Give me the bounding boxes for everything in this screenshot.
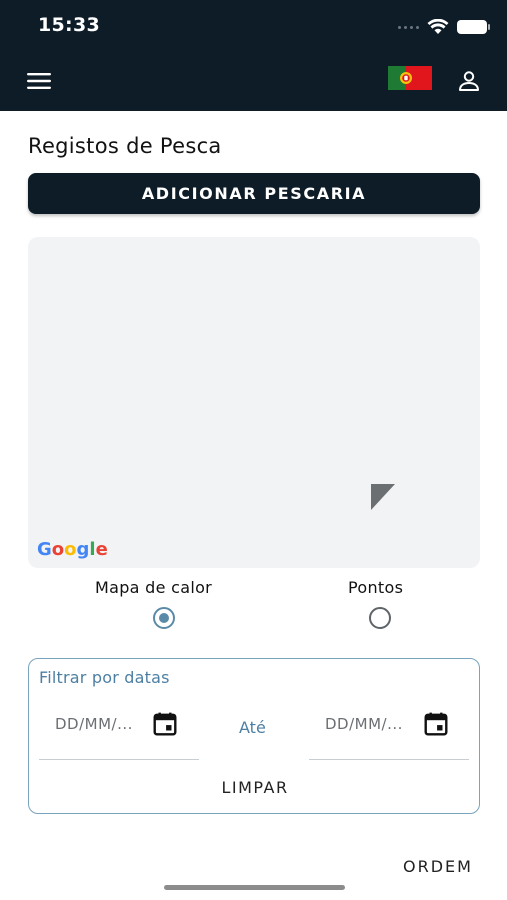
google-logo: Google [37,539,108,560]
to-date-placeholder: DD/MM/... [325,715,403,733]
google-logo-letter: o [64,539,77,560]
wifi-icon [427,19,449,34]
filter-legend: Filtrar por datas [39,668,170,687]
google-logo-letter: G [37,539,52,560]
map-view[interactable]: Google [28,237,480,568]
user-icon[interactable] [457,69,481,93]
google-logo-letter: o [51,539,65,560]
add-fishing-button[interactable]: ADICIONAR PESCARIA [28,173,480,214]
signal-icon [398,25,419,29]
home-indicator[interactable] [164,885,345,890]
location-arrow-icon[interactable] [370,483,396,511]
from-date-field[interactable]: DD/MM/... [39,707,199,760]
menu-icon[interactable] [27,72,51,90]
top-app-bar: 15:33 [0,0,507,111]
status-icons [398,17,490,37]
clear-filter-button[interactable]: LIMPAR [197,773,313,801]
portugal-flag-icon[interactable] [388,66,432,90]
page-title: Registos de Pesca [28,134,222,158]
date-filter-box: Filtrar por datas DD/MM/... Até DD/MM/..… [28,658,480,814]
to-date-field[interactable]: DD/MM/... [309,707,469,760]
heatmap-option-label: Mapa de calor [95,578,213,597]
battery-icon [457,20,490,34]
status-time: 15:33 [38,14,100,36]
app-screen: 15:33 Registos de Pesca ADICIONAR PESCAR… [0,0,507,900]
calendar-icon[interactable] [152,711,178,737]
points-option-label: Pontos [348,578,404,597]
order-button[interactable]: ORDEM [394,853,482,879]
heatmap-radio[interactable] [153,607,175,629]
points-radio[interactable] [369,607,391,629]
calendar-icon[interactable] [423,711,449,737]
from-date-placeholder: DD/MM/... [55,715,133,733]
google-logo-letter: e [95,539,108,560]
google-logo-letter: g [76,539,90,560]
until-separator: Até [239,718,266,737]
